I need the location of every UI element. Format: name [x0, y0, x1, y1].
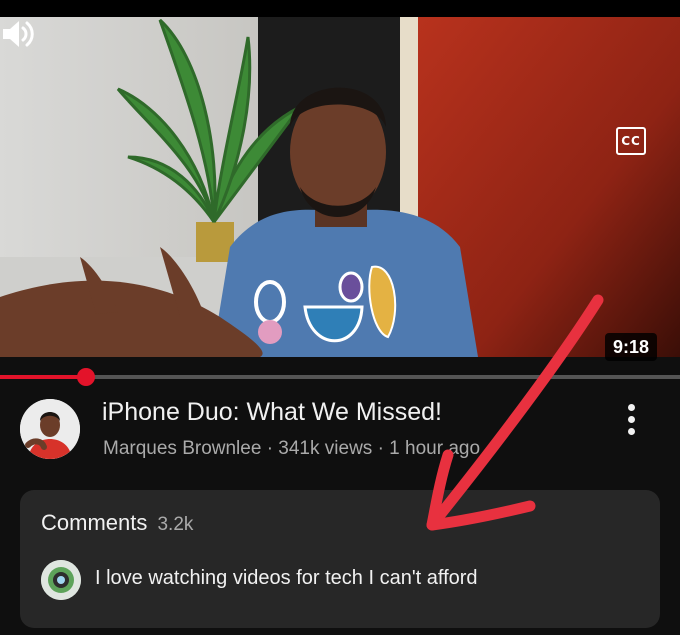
avatar-image	[20, 399, 80, 459]
comments-heading: Comments 3.2k	[41, 510, 193, 536]
comments-label: Comments	[41, 510, 148, 535]
dot	[628, 428, 635, 435]
comments-section[interactable]: Comments 3.2k I love watching videos for…	[20, 490, 660, 628]
volume-icon[interactable]	[0, 17, 36, 51]
dot	[628, 416, 635, 423]
commenter-avatar-image	[41, 560, 81, 600]
top-comment-text: I love watching videos for tech I can't …	[95, 567, 478, 589]
video-meta: Marques Brownlee · 341k views · 1 hour a…	[103, 438, 481, 459]
progress-fill	[0, 375, 87, 379]
duration-badge: 9:18	[605, 333, 658, 361]
status-bar-strip	[0, 0, 680, 17]
progress-scrubber-handle[interactable]	[77, 368, 96, 386]
video-player[interactable]: CC	[0, 17, 680, 357]
more-vertical-icon[interactable]	[622, 400, 644, 440]
video-frame	[0, 17, 680, 357]
channel-avatar[interactable]	[20, 399, 80, 459]
comments-count: 3.2k	[157, 514, 194, 535]
progress-bar[interactable]	[0, 368, 680, 386]
commenter-avatar[interactable]	[41, 560, 81, 600]
closed-captions-icon[interactable]: CC	[616, 127, 646, 155]
dot	[628, 404, 635, 411]
video-title[interactable]: iPhone Duo: What We Missed!	[102, 398, 442, 427]
